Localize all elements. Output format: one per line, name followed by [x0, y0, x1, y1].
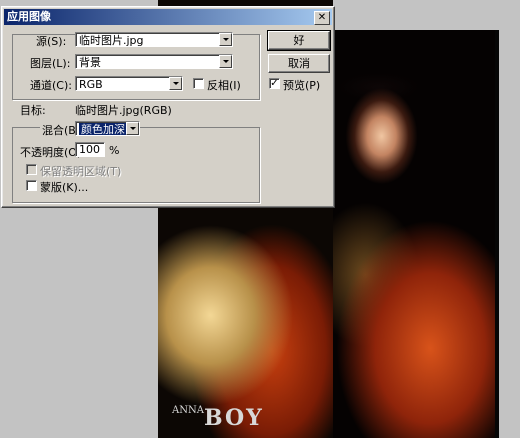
preserve-transparency-checkbox[interactable]	[26, 164, 37, 175]
mask-checkbox[interactable]	[26, 180, 37, 191]
opacity-unit: %	[109, 144, 120, 157]
opacity-value: 100	[79, 143, 100, 156]
layer-label: 图层(L):	[30, 57, 71, 70]
chevron-down-icon	[169, 77, 182, 90]
target-value: 临时图片.jpg(RGB)	[75, 104, 172, 117]
watermark-small-text: ANNA	[172, 405, 204, 416]
close-icon: ✕	[317, 12, 327, 23]
apply-image-dialog: 应用图像 ✕ 源(S): 临时图片.jpg 图层(L): 背景 通道(C): R…	[1, 6, 335, 208]
source-value: 临时图片.jpg	[79, 34, 144, 47]
cancel-button-label: 取消	[288, 57, 310, 70]
ok-button[interactable]: 好	[267, 30, 331, 51]
preview-label[interactable]: 预览(P)	[283, 77, 320, 93]
layer-value: 背景	[79, 56, 101, 69]
channel-value: RGB	[79, 78, 103, 91]
chevron-down-icon	[126, 122, 139, 135]
document-image-portrait	[333, 30, 495, 438]
channel-select[interactable]: RGB	[75, 76, 183, 91]
check-icon: ✓	[270, 78, 279, 89]
ok-button-label: 好	[293, 34, 305, 47]
document-edge	[495, 30, 499, 438]
source-select[interactable]: 临时图片.jpg	[75, 32, 233, 47]
dialog-title: 应用图像	[7, 10, 51, 23]
image-watermark: ANNABOY	[172, 405, 264, 431]
blending-value: 颜色加深	[79, 123, 127, 136]
target-label: 目标:	[20, 104, 46, 117]
preserve-transparency-label: 保留透明区域(T)	[40, 165, 122, 178]
chevron-down-icon	[219, 55, 232, 68]
layer-select[interactable]: 背景	[75, 54, 233, 69]
chevron-down-icon	[219, 33, 232, 46]
invert-label[interactable]: 反相(I)	[207, 77, 241, 93]
blending-select[interactable]: 颜色加深	[75, 121, 140, 136]
preview-checkbox[interactable]: ✓	[269, 78, 280, 89]
source-label: 源(S):	[36, 35, 67, 48]
cancel-button[interactable]: 取消	[268, 54, 330, 73]
opacity-input[interactable]: 100	[75, 142, 105, 157]
invert-checkbox[interactable]	[193, 78, 204, 89]
mask-label[interactable]: 蒙版(K)...	[40, 179, 88, 195]
channel-label: 通道(C):	[30, 79, 72, 92]
watermark-text: BOY	[203, 405, 264, 431]
close-button[interactable]: ✕	[314, 11, 330, 25]
dialog-titlebar[interactable]: 应用图像	[4, 9, 332, 25]
